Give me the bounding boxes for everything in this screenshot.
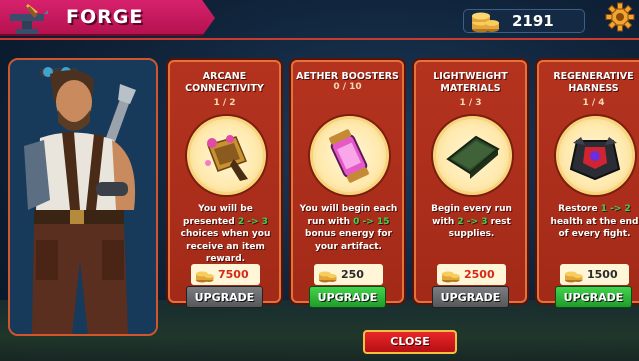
coin-stack-icon <box>442 271 460 283</box>
coin-stack-icon <box>196 271 214 283</box>
coin-stack-icon <box>319 271 337 283</box>
upgrade-card-lightweight-materials: LIGHTWEIGHT MATERIALS 1 / 3 Begin every … <box>414 60 527 308</box>
price-value: 7500 <box>218 268 249 281</box>
card-medallion <box>556 116 635 195</box>
currency-display: 2191 <box>463 9 585 33</box>
title-banner: FORGE <box>0 0 215 36</box>
card-level: 1 / 3 <box>459 98 482 108</box>
price-tag: 1500 <box>560 264 629 285</box>
page-title: FORGE <box>66 6 144 28</box>
energy-canister-icon <box>329 129 369 183</box>
bedroll-icon <box>446 135 500 179</box>
card-level: 0 / 10 <box>333 82 362 92</box>
card-title: ARCANE CONNECTIVITY <box>185 71 264 94</box>
price-tag: 7500 <box>191 264 260 285</box>
anvil-icon <box>10 4 48 34</box>
card-description: Restore 1 -> 2 health at the end of ever… <box>550 204 639 239</box>
card-medallion <box>433 116 512 195</box>
card-description: Begin every run with 2 -> 3 rest supplie… <box>431 204 512 239</box>
close-button[interactable]: CLOSE <box>363 330 457 354</box>
upgrade-card-aether-boosters: AETHER BOOSTERS 0 / 10 You will begin ea… <box>291 60 404 308</box>
hero-character-image <box>10 60 156 334</box>
hero-portrait <box>8 58 158 336</box>
upgrade-button[interactable]: UPGRADE <box>555 286 632 308</box>
coin-stack-icon <box>472 12 499 33</box>
upgrade-button[interactable]: UPGRADE <box>309 286 386 308</box>
card-title: LIGHTWEIGHT MATERIALS <box>433 71 508 94</box>
price-value: 250 <box>341 268 364 281</box>
card-medallion <box>187 116 266 195</box>
upgrade-button[interactable]: UPGRADE <box>432 286 509 308</box>
header-divider <box>0 38 639 40</box>
card-description: You will be presented 2 -> 3 choices whe… <box>180 204 271 264</box>
golden-artifact-icon <box>205 135 248 181</box>
harness-icon <box>569 137 621 181</box>
card-level: 1 / 2 <box>213 98 236 108</box>
card-description: You will begin each run with 0 -> 15 bon… <box>299 204 398 252</box>
card-medallion <box>310 116 389 195</box>
coin-stack-icon <box>565 271 583 283</box>
upgrade-button[interactable]: UPGRADE <box>186 286 263 308</box>
price-value: 2500 <box>464 268 495 281</box>
currency-amount: 2191 <box>512 12 554 30</box>
card-title: REGENERATIVE HARNESS <box>553 71 634 94</box>
upgrade-card-regenerative-harness: REGENERATIVE HARNESS 1 / 4 Restore 1 -> … <box>537 60 639 308</box>
card-level: 1 / 4 <box>582 98 605 108</box>
price-value: 1500 <box>587 268 618 281</box>
price-tag: 250 <box>314 264 383 285</box>
gear-icon[interactable] <box>604 1 636 33</box>
price-tag: 2500 <box>437 264 506 285</box>
upgrade-card-arcane-connectivity: ARCANE CONNECTIVITY 1 / 2 You will be pr… <box>168 60 281 308</box>
